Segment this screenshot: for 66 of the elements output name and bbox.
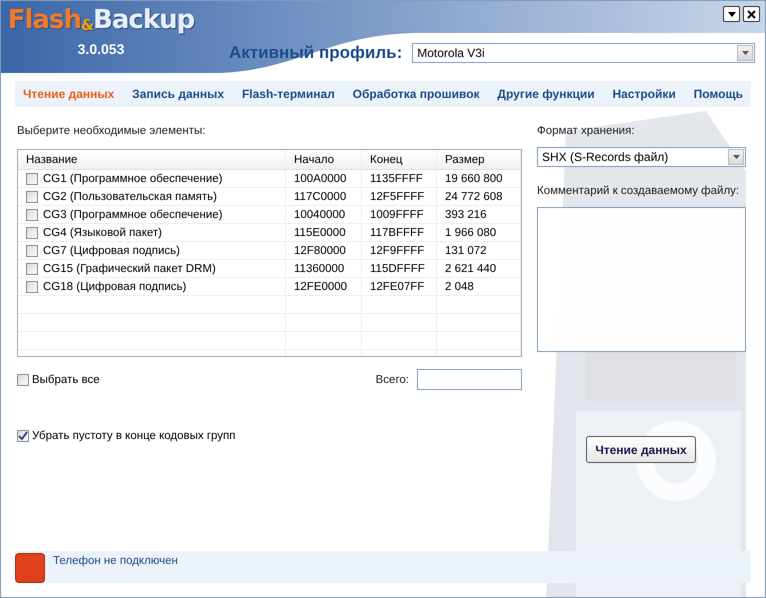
table-cell: CG3 (Программное обеспечение)	[43, 208, 222, 220]
read-data-button[interactable]: Чтение данных	[586, 436, 696, 463]
table-cell: 11360000	[286, 260, 362, 278]
table-cell: 12FE07FF	[362, 278, 437, 296]
table-cell: CG15 (Графический пакет DRM)	[43, 262, 216, 274]
table-cell: 131 072	[437, 242, 521, 260]
table-cell: CG18 (Цифровая подпись)	[43, 280, 186, 292]
row-checkbox[interactable]	[26, 280, 38, 292]
table-cell: 1135FFFF	[362, 170, 437, 188]
table-cell: 117C0000	[286, 188, 362, 206]
table-cell: 19 660 800	[437, 170, 521, 188]
table-cell: 117BFFFF	[362, 224, 437, 242]
trim-label: Убрать пустоту в конце кодовых групп	[32, 430, 236, 442]
column-header[interactable]: Конец	[362, 150, 437, 170]
table-cell: 24 772 608	[437, 188, 521, 206]
checkbox[interactable]	[17, 374, 29, 386]
row-checkbox[interactable]	[26, 226, 38, 238]
nav-tab[interactable]: Flash-терминал	[242, 87, 335, 101]
caret-icon	[728, 12, 736, 16]
nav-tab[interactable]: Запись данных	[132, 87, 224, 101]
total-field[interactable]	[417, 369, 522, 390]
checkbox[interactable]	[17, 430, 29, 442]
table-cell: 1009FFFF	[362, 206, 437, 224]
row-checkbox[interactable]	[26, 172, 38, 184]
version-label: 3.0.053	[78, 41, 124, 57]
table-cell: 100A0000	[286, 170, 362, 188]
nav-tab[interactable]: Настройки	[612, 87, 676, 101]
profile-label: Активный профиль:	[229, 43, 402, 63]
total-label: Всего:	[376, 374, 409, 386]
column-header[interactable]: Размер	[437, 150, 521, 170]
close-icon	[747, 10, 756, 18]
table-cell: 1 966 080	[437, 224, 521, 242]
select-all-label: Выбрать все	[32, 374, 100, 386]
format-dropdown[interactable]: SHX (S-Records файл)	[537, 147, 746, 167]
nav-tab[interactable]: Помощь	[694, 87, 743, 101]
table-cell: 10040000	[286, 206, 362, 224]
table-cell: CG7 (Цифровая подпись)	[43, 244, 180, 256]
close-button[interactable]	[743, 6, 760, 22]
table-cell: 2 048	[437, 278, 521, 296]
table-cell: CG4 (Языковой пакет)	[43, 226, 162, 238]
table-cell: 393 216	[437, 206, 521, 224]
minimize-button[interactable]	[723, 6, 740, 22]
comment-label: Комментарий к создаваемому файлу:	[537, 185, 740, 197]
nav-tab[interactable]: Обработка прошивок	[352, 87, 480, 101]
comment-field[interactable]	[537, 207, 746, 352]
table-cell: 115E0000	[286, 224, 362, 242]
row-checkbox[interactable]	[26, 244, 38, 256]
column-header[interactable]: Начало	[286, 150, 362, 170]
profile-dropdown[interactable]: Motorola V3i	[412, 43, 756, 63]
table-cell: 12FE0000	[286, 278, 362, 296]
column-header[interactable]: Название	[18, 150, 286, 170]
row-checkbox[interactable]	[26, 208, 38, 220]
elements-label: Выберите необходимые элементы:	[17, 125, 206, 137]
app-logo: Flash&Backup	[8, 7, 194, 33]
table-cell: 12F9FFFF	[362, 242, 437, 260]
table-cell: 115DFFFF	[362, 260, 437, 278]
row-checkbox[interactable]	[26, 190, 38, 202]
table-cell: CG1 (Программное обеспечение)	[43, 172, 222, 184]
table-cell: 2 621 440	[437, 260, 521, 278]
nav-tab[interactable]: Другие функции	[497, 87, 595, 101]
status-text: Телефон не подключен	[53, 555, 178, 569]
row-checkbox[interactable]	[26, 262, 38, 274]
table-cell: CG2 (Пользовательская память)	[43, 190, 217, 202]
table-cell: 12F5FFFF	[362, 188, 437, 206]
format-label: Формат хранения:	[537, 125, 636, 137]
table-cell: 12F80000	[286, 242, 362, 260]
